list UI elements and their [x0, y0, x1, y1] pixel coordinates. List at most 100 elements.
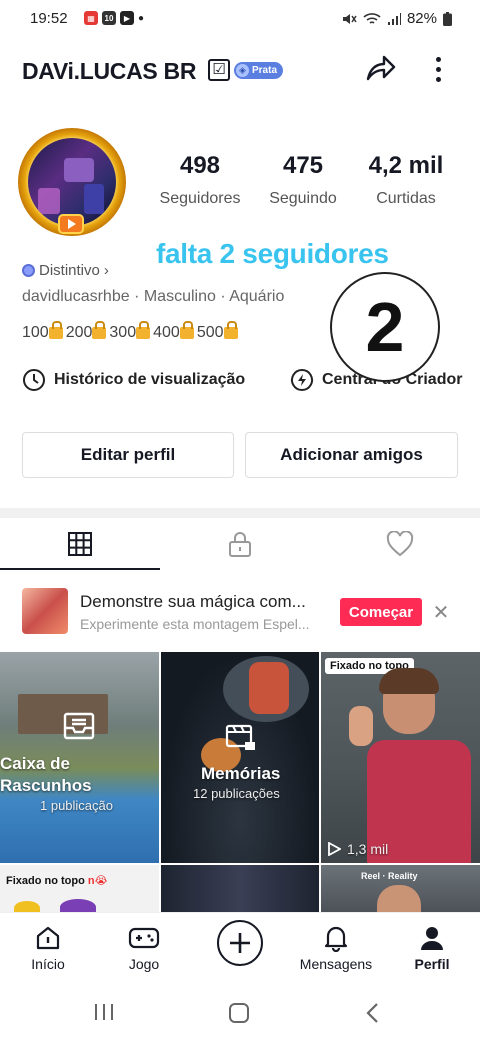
film-lock-icon: [225, 724, 255, 750]
share-profile-button[interactable]: [360, 52, 400, 86]
lock-icon: [179, 321, 194, 339]
live-play-icon: [58, 214, 84, 234]
likes-count: 4,2 mil: [368, 152, 444, 179]
promo-thumbnail[interactable]: [22, 588, 68, 634]
tab-videos[interactable]: [0, 518, 160, 570]
view-history-label: Histórico de visualização: [54, 371, 246, 388]
nav-home[interactable]: Início: [0, 913, 96, 983]
followers-stat[interactable]: 498 Seguidores: [145, 152, 255, 208]
nav-game[interactable]: Jogo: [96, 913, 192, 983]
overlay-caption: falta 2 seguidores: [156, 238, 389, 269]
dot-icon: ●: [138, 12, 145, 24]
profile-bio: davidlucasrhbe · Masculino · Aquário: [22, 288, 285, 305]
signal-icon: [387, 12, 401, 25]
follower-milestones[interactable]: 100 200 300 400 500: [22, 321, 239, 342]
nav-messages-label: Mensagens: [299, 956, 373, 972]
drafts-cell[interactable]: Caixa de Rascunhos 1 publicação: [0, 652, 159, 863]
video-cell[interactable]: Fixado no topo n😭: [0, 865, 159, 912]
followers-count: 498: [179, 152, 221, 179]
cell-image-detail: [60, 899, 96, 912]
lock-icon: [136, 321, 151, 339]
edit-profile-button[interactable]: Editar perfil: [22, 432, 234, 478]
home-button-icon[interactable]: [228, 1002, 250, 1024]
avatar-image-detail: [84, 184, 104, 214]
promo-start-button[interactable]: Começar: [340, 598, 422, 626]
gamepad-icon: [128, 927, 160, 949]
battery-icon: [443, 11, 452, 26]
wifi-icon: [363, 12, 381, 24]
chevron-right-icon: ›: [103, 262, 109, 279]
avatar-image-detail: [38, 188, 60, 214]
cell-image-detail: [249, 662, 289, 714]
close-icon[interactable]: ✕: [430, 598, 452, 626]
share-arrow-icon: [366, 55, 396, 81]
lock-icon: [48, 321, 63, 339]
profile-username: DAVi.LUCAS BR: [22, 58, 197, 84]
rank-label: Prata: [252, 65, 278, 76]
nav-profile[interactable]: Perfil: [384, 913, 480, 983]
plus-icon: [230, 933, 250, 953]
nav-messages[interactable]: Mensagens: [288, 913, 384, 983]
badge-link[interactable]: Distintivo ›: [22, 262, 109, 279]
create-post-button[interactable]: [217, 920, 263, 966]
recent-apps-icon[interactable]: [92, 1002, 116, 1022]
milestone-item: 100: [22, 321, 64, 342]
lock-icon: [223, 321, 238, 339]
status-right: 82%: [341, 10, 452, 27]
add-friends-button[interactable]: Adicionar amigos: [245, 432, 458, 478]
tab-liked[interactable]: [320, 518, 480, 570]
video-cell[interactable]: [161, 865, 319, 912]
likes-stat[interactable]: 4,2 mil Curtidas: [351, 152, 461, 208]
system-navigation-bar: [0, 982, 480, 1040]
nav-game-label: Jogo: [128, 956, 160, 972]
pinned-video-cell[interactable]: Fixado no topo 1,3 mil: [321, 652, 480, 863]
back-icon[interactable]: [364, 1002, 382, 1024]
badge-icon: [22, 264, 35, 277]
status-time: 19:52: [30, 10, 68, 27]
drafts-count: 1 publicação: [40, 798, 113, 813]
play-count-icon: [328, 842, 341, 856]
memories-cell[interactable]: Memórias 12 publicações: [161, 652, 319, 863]
drafts-title-line2: Rascunhos: [0, 776, 92, 795]
promo-title[interactable]: Demonstre sua mágica com...: [80, 592, 306, 612]
tab-private[interactable]: [160, 518, 320, 570]
avatar-image-detail: [64, 158, 94, 182]
grid-icon: [68, 532, 92, 556]
section-divider: [0, 508, 480, 518]
status-bar: 19:52 ▦ 10 ▶ ● 82%: [0, 0, 480, 36]
cell-image-detail: [14, 901, 40, 912]
memories-title: Memórias: [201, 764, 281, 783]
video-cell[interactable]: Reel · Reality: [321, 865, 480, 912]
heart-icon: [386, 531, 414, 557]
milestone-item: 200: [66, 321, 108, 342]
home-icon: [36, 926, 60, 950]
rank-shield-icon: ◈: [236, 64, 249, 77]
youtube-icon: ▶: [120, 11, 134, 25]
cell-image-detail: [349, 706, 373, 746]
pinned-tag: Fixado no topo n😭: [6, 875, 108, 887]
more-options-button[interactable]: [426, 52, 450, 86]
following-count: 475: [282, 152, 324, 179]
inbox-tray-icon: [63, 712, 95, 740]
likes-label: Curtidas: [376, 190, 436, 207]
following-stat[interactable]: 475 Seguindo: [248, 152, 358, 208]
view-history-link[interactable]: Histórico de visualização: [22, 368, 245, 392]
cell-watermark: Reel · Reality: [361, 871, 418, 881]
badge-link-label: Distintivo: [39, 262, 100, 279]
milestone-item: 500: [197, 321, 239, 342]
bell-icon: [324, 926, 348, 952]
rank-badge[interactable]: ◈ Prata: [234, 62, 284, 79]
milestone-item: 400: [153, 321, 195, 342]
active-tab-indicator: [0, 568, 160, 570]
cell-image-detail: [379, 668, 439, 694]
avatar[interactable]: [28, 138, 116, 226]
lightning-icon: [291, 369, 313, 391]
drafts-title-line1: Caixa de: [0, 754, 70, 773]
cell-image-detail: [377, 885, 421, 912]
notification-icons: ▦ 10 ▶ ●: [84, 11, 144, 25]
lock-icon: [92, 321, 107, 339]
nav-home-label: Início: [31, 956, 65, 972]
app-notification-icon: 10: [102, 11, 116, 25]
app-notification-icon: ▦: [84, 11, 98, 25]
followers-label: Seguidores: [159, 190, 241, 207]
